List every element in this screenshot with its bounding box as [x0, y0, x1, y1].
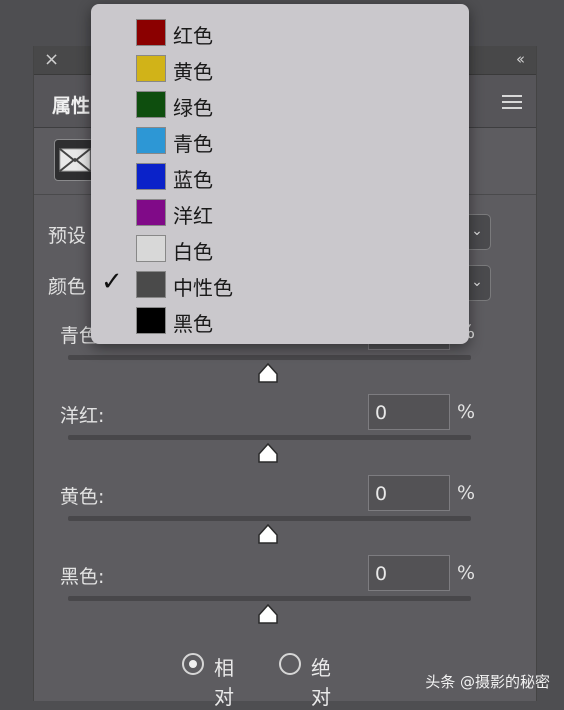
color-label: 颜色 [48, 276, 87, 298]
menu-item-label: 黑色 [173, 312, 213, 336]
relative-radio-label[interactable]: 相对 [214, 652, 234, 710]
menu-item-white[interactable]: 白色 [91, 231, 469, 267]
menu-item-yellow[interactable]: 黄色 [91, 51, 469, 87]
magenta-unit: % [457, 401, 476, 423]
close-icon[interactable]: × [44, 49, 59, 70]
magenta-value-field[interactable]: 0 [368, 394, 450, 430]
menu-item-green[interactable]: 绿色 [91, 87, 469, 123]
cyan-slider-track[interactable] [68, 355, 471, 360]
menu-item-black[interactable]: 黑色 [91, 303, 469, 339]
menu-item-label: 黄色 [173, 60, 213, 84]
checkmark-icon: ✓ [101, 267, 123, 297]
black-label: 黑色: [60, 566, 105, 588]
menu-item-cyan[interactable]: 青色 [91, 123, 469, 159]
menu-item-red[interactable]: 红色 [91, 15, 469, 51]
layer-mask-thumbnail[interactable] [54, 139, 96, 181]
radio-selected-dot [189, 660, 197, 668]
absolute-radio[interactable] [279, 653, 301, 675]
color-swatch [136, 271, 166, 298]
color-swatch [136, 235, 166, 262]
mask-thumbnail-icon [59, 148, 91, 172]
menu-item-neutrals[interactable]: ✓ 中性色 [91, 267, 469, 303]
cyan-slider-thumb[interactable] [258, 363, 278, 383]
menu-item-label: 中性色 [173, 276, 233, 300]
yellow-label: 黄色: [60, 486, 105, 508]
panel-menu-icon[interactable] [502, 95, 522, 113]
magenta-slider-track[interactable] [68, 435, 471, 440]
color-swatch [136, 199, 166, 226]
color-swatch [136, 307, 166, 334]
menu-item-label: 绿色 [173, 96, 213, 120]
color-swatch [136, 163, 166, 190]
black-unit: % [457, 562, 476, 584]
black-value-field[interactable]: 0 [368, 555, 450, 591]
magenta-label: 洋红: [60, 405, 105, 427]
yellow-value-field[interactable]: 0 [368, 475, 450, 511]
menu-item-blue[interactable]: 蓝色 [91, 159, 469, 195]
watermark: 头条 @摄影的秘密 [425, 673, 550, 691]
menu-item-magenta[interactable]: 洋红 [91, 195, 469, 231]
menu-item-label: 白色 [173, 240, 213, 264]
absolute-radio-label[interactable]: 绝对 [311, 652, 331, 710]
yellow-slider-track[interactable] [68, 516, 471, 521]
relative-radio[interactable] [182, 653, 204, 675]
color-swatch [136, 127, 166, 154]
menu-item-label: 青色 [173, 132, 213, 156]
panel-title: 属性 [52, 95, 91, 117]
chevron-down-icon: ⌄ [471, 223, 483, 239]
yellow-unit: % [457, 482, 476, 504]
collapse-icon[interactable]: ‹‹ [516, 50, 525, 68]
yellow-slider-thumb[interactable] [258, 524, 278, 544]
menu-item-label: 红色 [173, 24, 213, 48]
magenta-slider-thumb[interactable] [258, 443, 278, 463]
color-swatch [136, 19, 166, 46]
color-swatch [136, 55, 166, 82]
menu-item-label: 蓝色 [173, 168, 213, 192]
black-slider-thumb[interactable] [258, 604, 278, 624]
color-dropdown-menu: 红色 黄色 绿色 青色 蓝色 洋红 白色 ✓ 中性色 黑色 [91, 4, 469, 344]
chevron-down-icon: ⌄ [471, 274, 483, 290]
preset-label: 预设 [48, 225, 87, 247]
black-slider-track[interactable] [68, 596, 471, 601]
color-swatch [136, 91, 166, 118]
menu-item-label: 洋红 [173, 204, 213, 228]
